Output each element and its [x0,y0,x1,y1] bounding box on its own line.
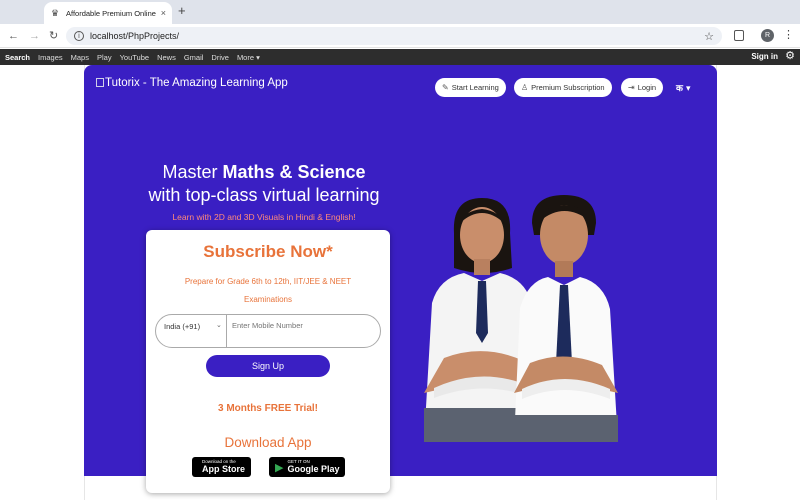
extensions-icon[interactable] [734,30,744,41]
gbar-link-search[interactable]: Search [5,53,30,62]
gbar-link-play[interactable]: Play [97,53,112,62]
play-triangle-icon: ▶ [275,460,284,474]
boy-student-figure [514,195,618,442]
premium-subscription-button[interactable]: ♙ Premium Subscription [514,78,612,97]
subscribe-card: Subscribe Now* Prepare for Grade 6th to … [146,230,390,493]
logo-text: Tutorix - The Amazing Learning App [105,77,288,89]
tab-title: Affordable Premium Online Le [66,8,157,18]
sign-up-button[interactable]: Sign Up [206,355,330,377]
subscribe-subtitle: Prepare for Grade 6th to 12th, IIT/JEE &… [184,277,352,304]
site-logo[interactable]: Tutorix - The Amazing Learning App [96,77,288,89]
favicon-icon: ♛ [50,8,60,18]
download-app-heading: Download App [224,435,312,450]
tab-strip: ♛ Affordable Premium Online Le × + [0,0,800,24]
language-selector[interactable]: क ▾ [676,81,691,94]
address-bar[interactable]: i localhost/PhpProjects/ ☆ [66,27,722,45]
edit-icon: ✎ [442,83,449,92]
new-tab-button[interactable]: + [178,4,186,18]
free-trial-text: 3 Months FREE Trial! [217,403,318,414]
google-play-badge[interactable]: ▶ GET IT ON Google Play [269,457,346,477]
headline-line2: with top-class virtual learning [148,185,380,205]
browser-toolbar: ← → ↻ i localhost/PhpProjects/ ☆ R ⋮ [0,24,800,48]
hero-headline: Master Maths & Science with top-class vi… [114,161,414,207]
app-store-big-text: App Store [202,463,246,474]
reload-icon[interactable]: ↻ [49,29,58,43]
browser-tab[interactable]: ♛ Affordable Premium Online Le × [44,2,172,24]
phone-input-group: India (+91) ⌄ [155,314,381,348]
broken-image-icon [96,77,104,87]
students-illustration [424,195,618,442]
login-icon: ⇥ [628,83,635,92]
google-bar: Search Images Maps Play YouTube News Gma… [0,49,800,65]
bookmark-star-icon[interactable]: ☆ [704,30,714,43]
chevron-down-icon[interactable]: ⌄ [216,321,222,329]
login-label: Login [637,83,657,92]
forward-icon[interactable]: → [29,29,40,43]
gbar-link-gmail[interactable]: Gmail [184,53,204,62]
gbar-link-news[interactable]: News [157,53,176,62]
page-content: Tutorix - The Amazing Learning App ✎ Sta… [0,65,800,500]
start-learning-label: Start Learning [451,83,499,92]
premium-label: Premium Subscription [531,83,605,92]
subscribe-title: Subscribe Now* [203,242,333,261]
gear-icon[interactable]: ⚙ [785,50,795,63]
url-text[interactable]: localhost/PhpProjects/ [90,31,704,41]
gbar-link-youtube[interactable]: YouTube [120,53,149,62]
back-icon[interactable]: ← [8,29,19,43]
browser-menu-icon[interactable]: ⋮ [783,29,794,42]
start-learning-button[interactable]: ✎ Start Learning [435,78,506,97]
phone-divider [226,315,227,347]
gbar-link-maps[interactable]: Maps [71,53,89,62]
close-tab-icon[interactable]: × [161,8,166,18]
google-play-big-text: Google Play [287,463,340,474]
gbar-link-images[interactable]: Images [38,53,63,62]
gbar-link-drive[interactable]: Drive [211,53,229,62]
user-plus-icon: ♙ [521,83,529,92]
headline-pre: Master [162,162,223,182]
headline-bold: Maths & Science [222,162,366,182]
gbar-link-more[interactable]: More ▾ [237,53,260,62]
profile-avatar[interactable]: R [761,29,774,42]
hero-subline: Learn with 2D and 3D Visuals in Hindi & … [172,212,356,222]
country-code-select[interactable]: India (+91) [164,322,200,331]
site-info-icon[interactable]: i [74,31,84,41]
mobile-number-input[interactable] [232,321,372,330]
app-store-badge[interactable]: Download on the App Store [192,457,252,477]
login-button[interactable]: ⇥ Login [621,78,664,97]
sign-in-link[interactable]: Sign in [751,52,778,61]
